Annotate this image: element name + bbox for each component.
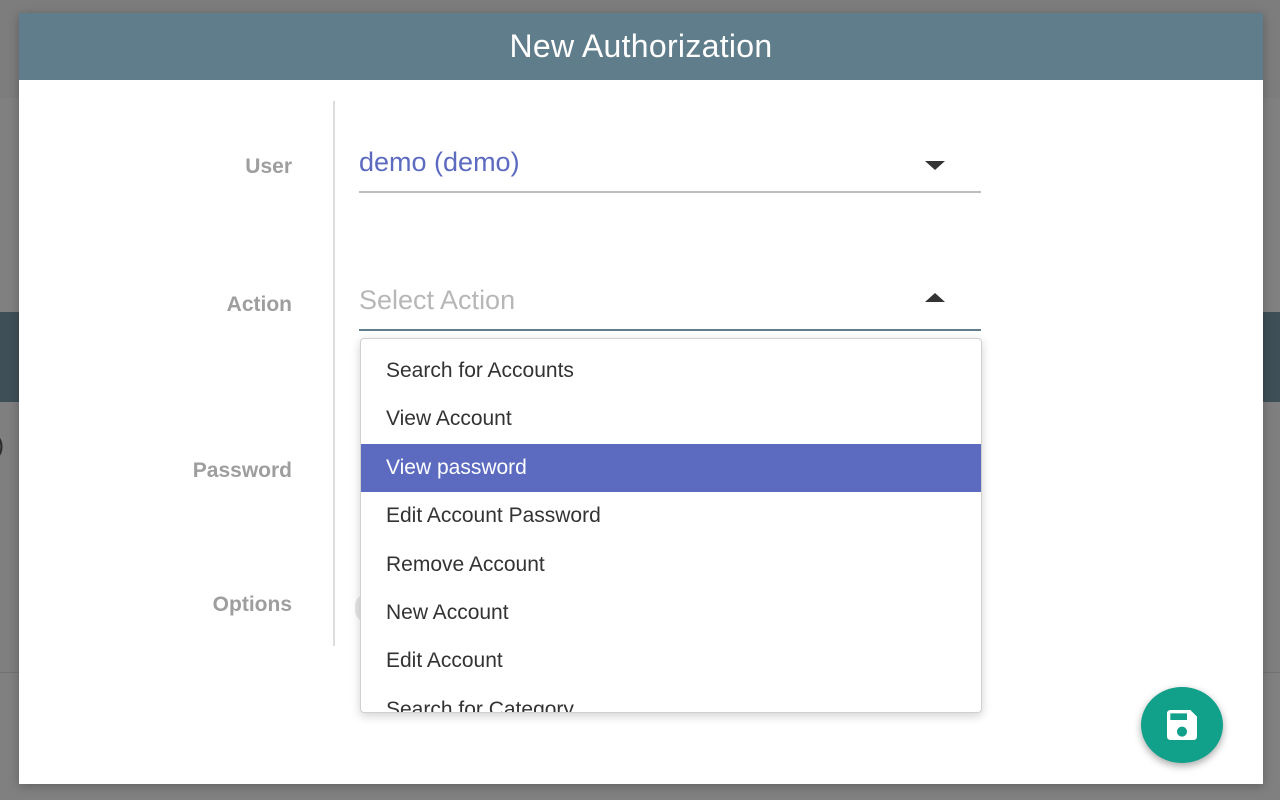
caret-up-icon: [925, 293, 945, 302]
form-divider: [333, 101, 335, 646]
action-label: Action: [226, 293, 292, 316]
action-option-remove-account[interactable]: Remove Account: [361, 541, 981, 589]
password-label: Password: [192, 459, 292, 482]
action-option-view-password[interactable]: View password: [361, 443, 981, 493]
dialog-title: New Authorization: [509, 28, 773, 64]
save-button[interactable]: [1141, 687, 1223, 763]
action-option-search-for-category[interactable]: Search for Category: [361, 686, 981, 712]
action-option-edit-account[interactable]: Edit Account: [361, 637, 981, 685]
caret-down-icon: [925, 161, 945, 170]
action-option-search-for-accounts[interactable]: Search for Accounts: [361, 347, 981, 395]
background-partial-text: ): [0, 432, 4, 460]
user-label: User: [245, 155, 292, 178]
action-select-placeholder: Select Action: [359, 285, 516, 315]
user-select[interactable]: demo (demo): [359, 137, 981, 193]
action-select[interactable]: Select Action: [359, 275, 981, 331]
action-dropdown-list: Search for Accounts View Account View pa…: [361, 339, 981, 712]
action-option-new-account[interactable]: New Account: [361, 589, 981, 637]
action-dropdown-menu: Search for Accounts View Account View pa…: [360, 338, 982, 713]
action-option-edit-account-password[interactable]: Edit Account Password: [361, 492, 981, 540]
new-authorization-dialog: New Authorization User demo (demo) Actio…: [19, 13, 1263, 784]
user-select-value: demo (demo): [359, 147, 520, 177]
floppy-disk-icon: [1167, 710, 1197, 740]
options-label: Options: [212, 593, 292, 616]
dialog-header: New Authorization: [19, 13, 1263, 80]
action-option-view-account[interactable]: View Account: [361, 395, 981, 443]
